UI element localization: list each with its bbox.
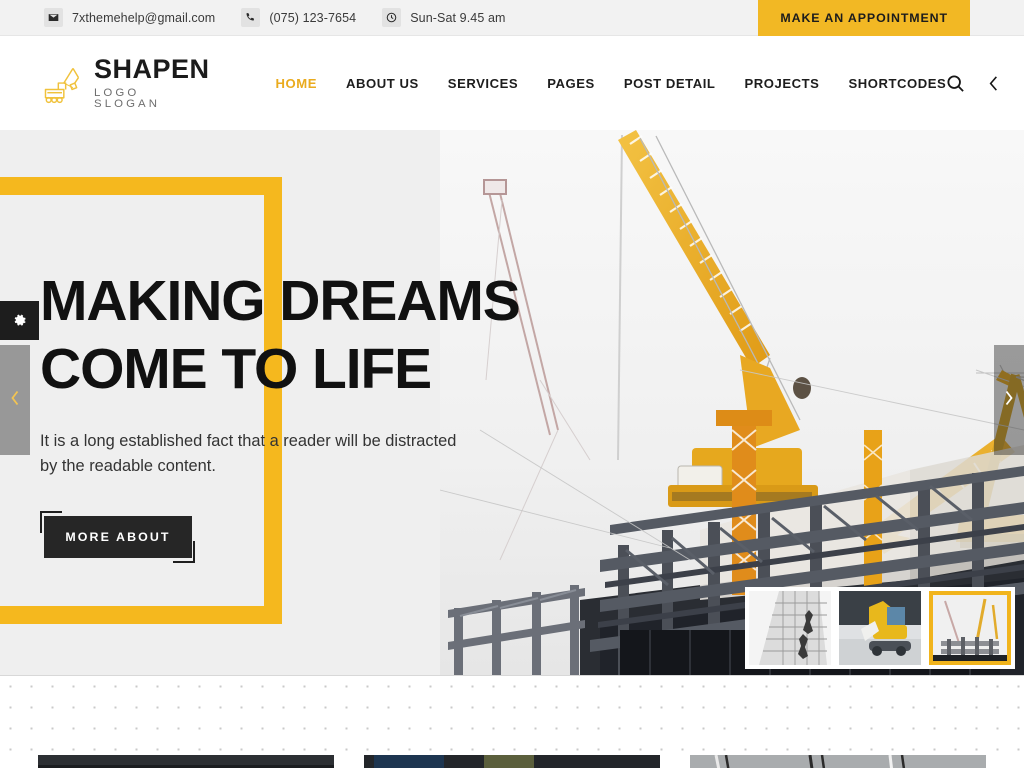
envelope-icon [44,8,63,27]
main-nav: HOME ABOUT US SERVICES PAGES POST DETAIL… [276,76,947,91]
search-icon[interactable] [946,74,965,93]
phone-icon [241,8,261,27]
topbar: 7xthemehelp@gmail.com (075) 123-7654 Sun… [0,0,1024,36]
thumb-crane-site[interactable] [929,591,1011,665]
hero-content: MAKING DREAMS COME TO LIFE It is a long … [40,130,600,675]
slider-prev-button[interactable] [0,345,30,455]
card-machinery[interactable] [364,755,660,768]
slider-next-button[interactable] [994,345,1024,455]
card-crane-sky[interactable] [690,755,986,768]
hero-subtitle: It is a long established fact that a rea… [40,431,457,475]
hero-thumbnail-strip [745,587,1015,669]
chevron-left-icon [9,389,21,412]
nav-item-projects[interactable]: PROJECTS [744,76,819,91]
logo-title: SHAPEN [94,53,210,84]
contact-phone-text: (075) 123-7654 [269,10,357,25]
contact-email[interactable]: 7xthemehelp@gmail.com [44,8,215,27]
hero-slider: MAKING DREAMS COME TO LIFE It is a long … [0,130,1024,675]
thumb-excavator[interactable] [839,591,921,665]
nav-item-home[interactable]: HOME [276,76,317,91]
topbar-contacts: 7xthemehelp@gmail.com (075) 123-7654 Sun… [0,0,506,35]
chevron-right-icon [1003,389,1015,412]
hero-title-line-2: COME TO LIFE [40,336,432,401]
nav-item-about-us[interactable]: ABOUT US [346,76,419,91]
logo-slogan: LOGO SLOGAN [94,86,161,110]
contact-phone[interactable]: (075) 123-7654 [241,8,356,27]
nav-item-post-detail[interactable]: POST DETAIL [624,76,716,91]
hero-title-line-1: MAKING DREAMS [40,269,521,334]
more-about-button[interactable]: MORE ABOUT [44,515,192,558]
site-header: SHAPEN LOGO SLOGAN HOME ABOUT US SERVICE… [0,36,1024,130]
contact-hours: Sun-Sat 9.45 am [382,8,505,27]
contact-email-text: 7xthemehelp@gmail.com [72,10,216,25]
make-appointment-button[interactable]: MAKE AN APPOINTMENT [758,0,970,36]
project-cards [0,755,1024,768]
nav-item-services[interactable]: SERVICES [448,76,518,91]
nav-item-pages[interactable]: PAGES [547,76,595,91]
hero-cta-wrap: MORE ABOUT [40,510,195,563]
clock-icon [382,8,402,27]
hero-title: MAKING DREAMS COME TO LIFE [40,268,600,403]
nav-item-shortcodes[interactable]: SHORTCODES [848,76,946,91]
logo[interactable]: SHAPEN LOGO SLOGAN [40,53,210,111]
header-tools [946,74,1001,93]
chevron-left-icon[interactable] [986,74,1001,93]
dotted-section [0,675,1024,768]
thumb-scaffold-tower[interactable] [749,591,831,665]
contact-hours-text: Sun-Sat 9.45 am [410,10,506,25]
excavator-icon [40,62,84,104]
card-worker-night[interactable] [38,755,334,768]
gear-icon[interactable] [0,301,39,340]
